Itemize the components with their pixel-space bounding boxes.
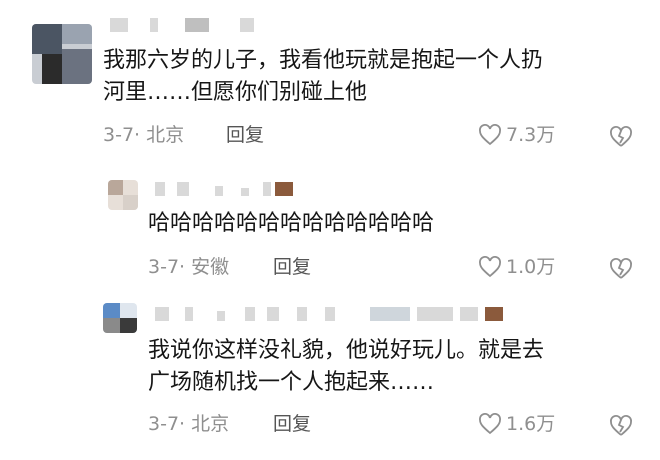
like-button[interactable]: 1.0万 — [478, 254, 555, 280]
broken-heart-icon[interactable] — [608, 413, 634, 439]
comment-text: 哈哈哈哈哈哈哈哈哈哈哈哈哈 — [148, 211, 435, 236]
reply-comment-1: 哈哈哈哈哈哈哈哈哈哈哈哈哈 3-7· 安徽 回复 1.0万 — [0, 170, 660, 285]
comment-meta: 3-7· 北京 — [148, 411, 229, 437]
comment-location: 北京 — [191, 413, 230, 435]
meta-dot: · — [179, 256, 192, 278]
comment-text: 我说你这样没礼貌，他说好玩儿。就是去 广场随机找一个人抱起来…… — [148, 338, 545, 395]
like-button[interactable]: 1.6万 — [478, 411, 555, 437]
heart-outline-icon — [479, 256, 501, 278]
broken-heart-icon[interactable] — [608, 256, 634, 282]
like-button[interactable]: 7.3万 — [478, 122, 555, 148]
comment-location: 安徽 — [191, 256, 230, 278]
username-censored[interactable] — [110, 14, 310, 36]
heart-outline-icon — [479, 413, 501, 435]
meta-dot: · — [134, 124, 147, 146]
reply-button[interactable]: 回复 — [273, 254, 311, 280]
comment-meta: 3-7· 安徽 — [148, 254, 229, 280]
comment-location: 北京 — [146, 124, 185, 146]
comment-1: 我那六岁的儿子，我看他玩就是抱起一个人扔 河里……但愿你们别碰上他 3-7· 北… — [0, 0, 660, 160]
like-count: 1.0万 — [506, 256, 556, 278]
username-censored[interactable] — [155, 303, 515, 325]
broken-heart-icon[interactable] — [608, 124, 634, 150]
meta-dot: · — [179, 413, 192, 435]
avatar[interactable] — [103, 303, 137, 333]
avatar[interactable] — [32, 24, 92, 84]
reply-comment-2: 我说你这样没礼貌，他说好玩儿。就是去 广场随机找一个人抱起来…… 3-7· 北京… — [0, 295, 660, 455]
comment-text: 我那六岁的儿子，我看他玩就是抱起一个人扔 河里……但愿你们别碰上他 — [103, 48, 544, 105]
reply-button[interactable]: 回复 — [273, 411, 311, 437]
username-censored[interactable] — [155, 178, 305, 200]
like-count: 1.6万 — [506, 413, 556, 435]
avatar[interactable] — [108, 180, 138, 210]
comment-date: 3-7 — [148, 413, 180, 435]
reply-button[interactable]: 回复 — [226, 122, 264, 148]
comment-meta: 3-7· 北京 — [103, 122, 184, 148]
heart-outline-icon — [479, 124, 501, 146]
comment-date: 3-7 — [103, 124, 135, 146]
comment-date: 3-7 — [148, 256, 180, 278]
like-count: 7.3万 — [506, 124, 556, 146]
